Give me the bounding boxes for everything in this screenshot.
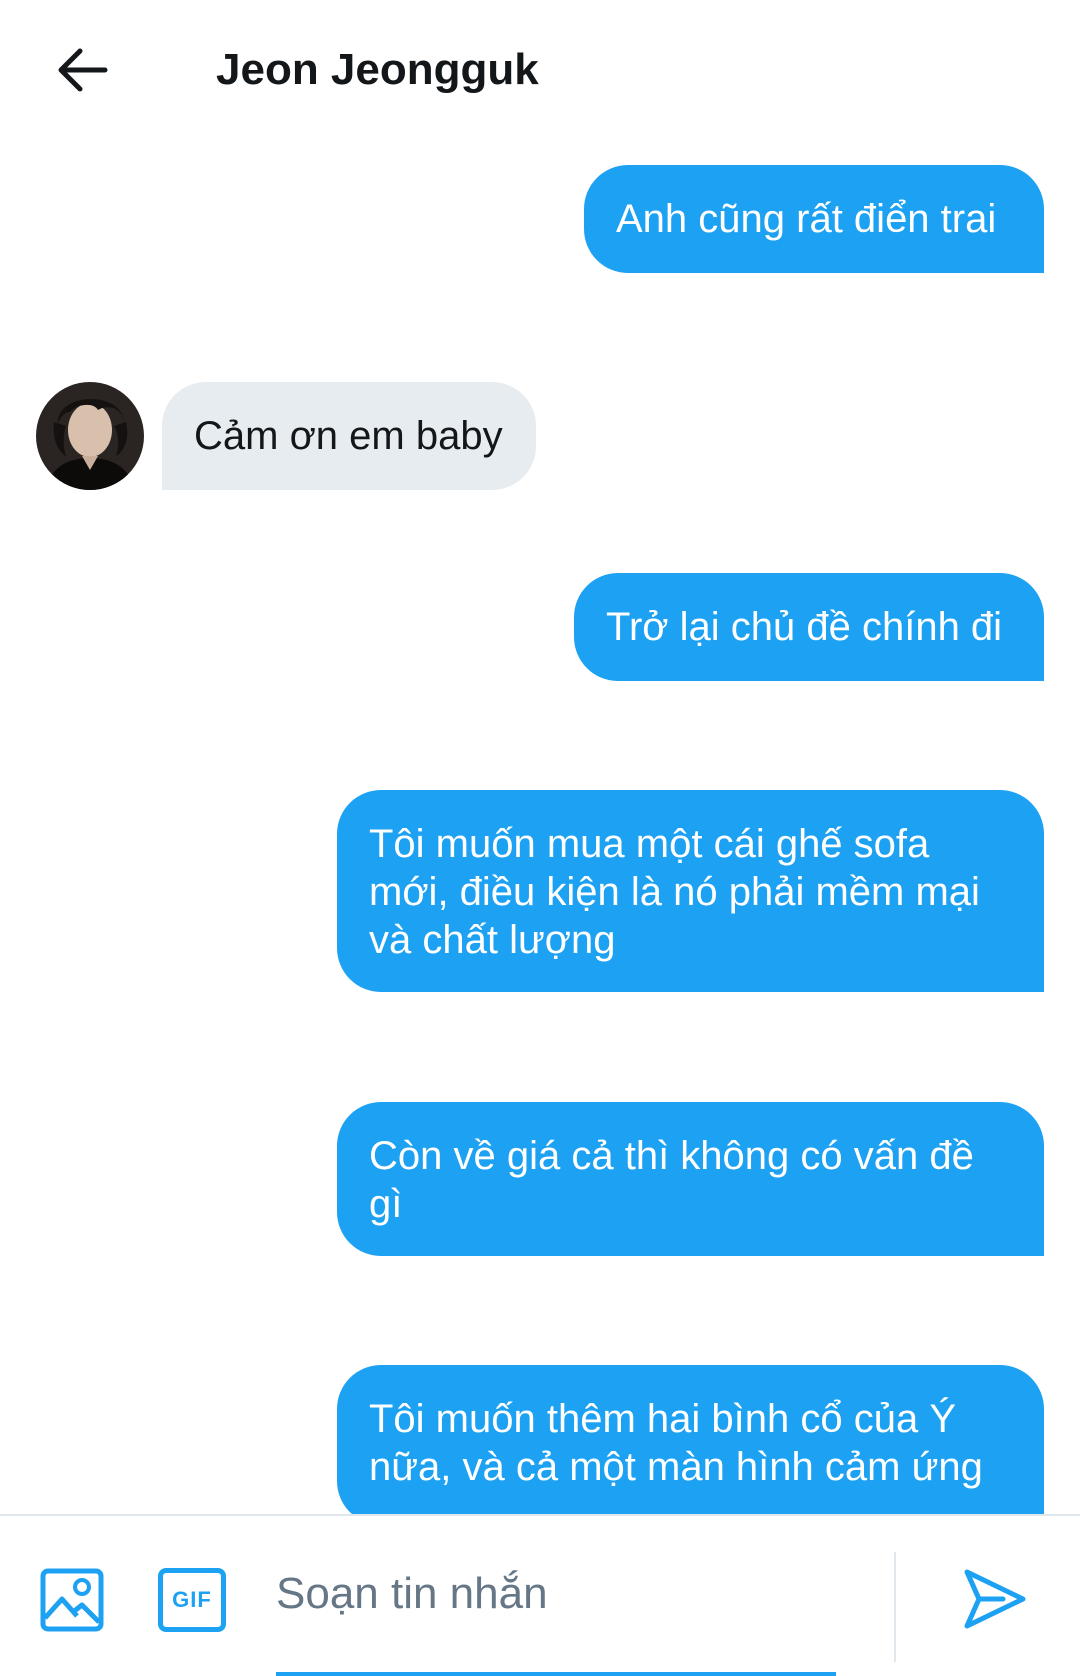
message-text: Trở lại chủ đề chính đi <box>606 605 1003 649</box>
message-text: Còn về giá cả thì không có vấn đề gì <box>369 1134 974 1226</box>
avatar[interactable] <box>36 382 144 490</box>
message-text: Anh cũng rất điển trai <box>616 197 997 241</box>
message-bubble-sent[interactable]: Anh cũng rất điển trai <box>584 165 1044 273</box>
message-bubble-sent[interactable]: Tôi muốn mua một cái ghế sofa mới, điều … <box>337 790 1044 992</box>
compose-divider <box>894 1552 896 1662</box>
conversation-header: Jeon Jeongguk <box>0 0 1080 140</box>
input-focus-underline <box>276 1672 836 1676</box>
message-text: Tôi muốn thêm hai bình cổ của Ý nữa, và … <box>369 1397 983 1489</box>
message-bubble-sent[interactable]: Trở lại chủ đề chính đi <box>574 573 1044 681</box>
back-button[interactable] <box>52 40 112 100</box>
message-text: Tôi muốn mua một cái ghế sofa mới, điều … <box>369 822 980 962</box>
send-icon <box>964 1569 1026 1629</box>
message-input[interactable] <box>276 1548 876 1640</box>
send-button[interactable] <box>960 1566 1030 1632</box>
message-bubble-sent[interactable]: Còn về giá cả thì không có vấn đề gì <box>337 1102 1044 1256</box>
page-title: Jeon Jeongguk <box>216 45 539 94</box>
arrow-left-icon <box>58 48 108 92</box>
message-bubble-sent[interactable]: Tôi muốn thêm hai bình cổ của Ý nữa, và … <box>337 1365 1044 1525</box>
add-image-button[interactable] <box>38 1566 106 1634</box>
message-text: Cảm ơn em baby <box>194 414 503 458</box>
gif-icon: GIF <box>172 1587 212 1612</box>
message-bubble-received[interactable]: Cảm ơn em baby <box>162 382 536 490</box>
image-icon <box>40 1568 104 1632</box>
compose-bar: GIF <box>0 1514 1080 1676</box>
profile-photo <box>36 382 144 490</box>
add-gif-button[interactable]: GIF <box>158 1568 226 1632</box>
